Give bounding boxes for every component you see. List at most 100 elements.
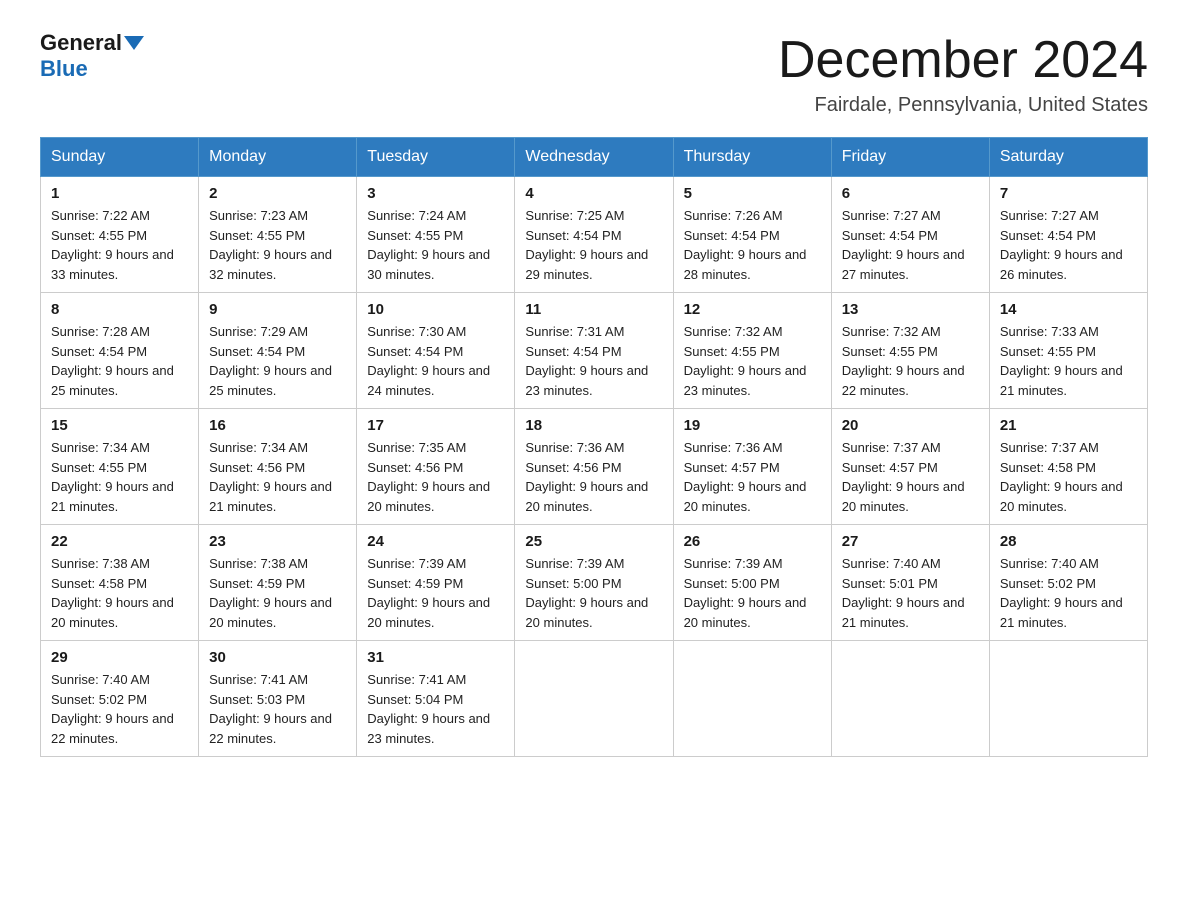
calendar-cell: 30 Sunrise: 7:41 AM Sunset: 5:03 PM Dayl… (199, 641, 357, 757)
day-number: 17 (367, 417, 504, 434)
day-info: Sunrise: 7:32 AM Sunset: 4:55 PM Dayligh… (684, 322, 821, 400)
page-header: General Blue December 2024 Fairdale, Pen… (40, 30, 1148, 117)
calendar-table: Sunday Monday Tuesday Wednesday Thursday… (40, 137, 1148, 757)
day-info: Sunrise: 7:35 AM Sunset: 4:56 PM Dayligh… (367, 438, 504, 516)
calendar-cell: 8 Sunrise: 7:28 AM Sunset: 4:54 PM Dayli… (41, 293, 199, 409)
day-number: 28 (1000, 533, 1137, 550)
day-info: Sunrise: 7:26 AM Sunset: 4:54 PM Dayligh… (684, 206, 821, 284)
day-number: 23 (209, 533, 346, 550)
day-number: 12 (684, 301, 821, 318)
month-title: December 2024 (778, 30, 1148, 90)
day-info: Sunrise: 7:27 AM Sunset: 4:54 PM Dayligh… (842, 206, 979, 284)
calendar-cell: 10 Sunrise: 7:30 AM Sunset: 4:54 PM Dayl… (357, 293, 515, 409)
header-tuesday: Tuesday (357, 138, 515, 177)
day-info: Sunrise: 7:28 AM Sunset: 4:54 PM Dayligh… (51, 322, 188, 400)
day-info: Sunrise: 7:41 AM Sunset: 5:04 PM Dayligh… (367, 670, 504, 748)
day-number: 26 (684, 533, 821, 550)
day-info: Sunrise: 7:37 AM Sunset: 4:58 PM Dayligh… (1000, 438, 1137, 516)
day-number: 4 (525, 185, 662, 202)
day-info: Sunrise: 7:36 AM Sunset: 4:57 PM Dayligh… (684, 438, 821, 516)
calendar-cell (989, 641, 1147, 757)
week-row-1: 1 Sunrise: 7:22 AM Sunset: 4:55 PM Dayli… (41, 177, 1148, 293)
day-number: 13 (842, 301, 979, 318)
day-number: 3 (367, 185, 504, 202)
day-info: Sunrise: 7:39 AM Sunset: 4:59 PM Dayligh… (367, 554, 504, 632)
day-number: 15 (51, 417, 188, 434)
day-number: 2 (209, 185, 346, 202)
calendar-cell: 17 Sunrise: 7:35 AM Sunset: 4:56 PM Dayl… (357, 409, 515, 525)
day-number: 6 (842, 185, 979, 202)
day-number: 1 (51, 185, 188, 202)
day-info: Sunrise: 7:37 AM Sunset: 4:57 PM Dayligh… (842, 438, 979, 516)
calendar-cell (515, 641, 673, 757)
calendar-cell: 25 Sunrise: 7:39 AM Sunset: 5:00 PM Dayl… (515, 525, 673, 641)
calendar-cell: 15 Sunrise: 7:34 AM Sunset: 4:55 PM Dayl… (41, 409, 199, 525)
day-info: Sunrise: 7:27 AM Sunset: 4:54 PM Dayligh… (1000, 206, 1137, 284)
day-info: Sunrise: 7:39 AM Sunset: 5:00 PM Dayligh… (684, 554, 821, 632)
day-number: 27 (842, 533, 979, 550)
day-info: Sunrise: 7:23 AM Sunset: 4:55 PM Dayligh… (209, 206, 346, 284)
calendar-cell: 6 Sunrise: 7:27 AM Sunset: 4:54 PM Dayli… (831, 177, 989, 293)
day-info: Sunrise: 7:40 AM Sunset: 5:02 PM Dayligh… (1000, 554, 1137, 632)
day-number: 21 (1000, 417, 1137, 434)
day-number: 8 (51, 301, 188, 318)
calendar-cell: 19 Sunrise: 7:36 AM Sunset: 4:57 PM Dayl… (673, 409, 831, 525)
header-sunday: Sunday (41, 138, 199, 177)
calendar-cell: 13 Sunrise: 7:32 AM Sunset: 4:55 PM Dayl… (831, 293, 989, 409)
calendar-cell: 26 Sunrise: 7:39 AM Sunset: 5:00 PM Dayl… (673, 525, 831, 641)
day-info: Sunrise: 7:25 AM Sunset: 4:54 PM Dayligh… (525, 206, 662, 284)
calendar-cell: 7 Sunrise: 7:27 AM Sunset: 4:54 PM Dayli… (989, 177, 1147, 293)
day-info: Sunrise: 7:34 AM Sunset: 4:56 PM Dayligh… (209, 438, 346, 516)
calendar-cell (831, 641, 989, 757)
day-number: 11 (525, 301, 662, 318)
week-row-5: 29 Sunrise: 7:40 AM Sunset: 5:02 PM Dayl… (41, 641, 1148, 757)
calendar-cell: 31 Sunrise: 7:41 AM Sunset: 5:04 PM Dayl… (357, 641, 515, 757)
calendar-cell: 21 Sunrise: 7:37 AM Sunset: 4:58 PM Dayl… (989, 409, 1147, 525)
day-info: Sunrise: 7:41 AM Sunset: 5:03 PM Dayligh… (209, 670, 346, 748)
calendar-cell (673, 641, 831, 757)
calendar-cell: 3 Sunrise: 7:24 AM Sunset: 4:55 PM Dayli… (357, 177, 515, 293)
logo-blue-text: Blue (40, 56, 88, 81)
calendar-cell: 11 Sunrise: 7:31 AM Sunset: 4:54 PM Dayl… (515, 293, 673, 409)
day-info: Sunrise: 7:34 AM Sunset: 4:55 PM Dayligh… (51, 438, 188, 516)
day-number: 31 (367, 649, 504, 666)
calendar-cell: 22 Sunrise: 7:38 AM Sunset: 4:58 PM Dayl… (41, 525, 199, 641)
calendar-cell: 2 Sunrise: 7:23 AM Sunset: 4:55 PM Dayli… (199, 177, 357, 293)
title-block: December 2024 Fairdale, Pennsylvania, Un… (778, 30, 1148, 117)
day-number: 14 (1000, 301, 1137, 318)
day-info: Sunrise: 7:38 AM Sunset: 4:59 PM Dayligh… (209, 554, 346, 632)
week-row-3: 15 Sunrise: 7:34 AM Sunset: 4:55 PM Dayl… (41, 409, 1148, 525)
calendar-cell: 27 Sunrise: 7:40 AM Sunset: 5:01 PM Dayl… (831, 525, 989, 641)
day-info: Sunrise: 7:31 AM Sunset: 4:54 PM Dayligh… (525, 322, 662, 400)
calendar-cell: 28 Sunrise: 7:40 AM Sunset: 5:02 PM Dayl… (989, 525, 1147, 641)
day-info: Sunrise: 7:22 AM Sunset: 4:55 PM Dayligh… (51, 206, 188, 284)
header-wednesday: Wednesday (515, 138, 673, 177)
day-number: 18 (525, 417, 662, 434)
header-thursday: Thursday (673, 138, 831, 177)
day-info: Sunrise: 7:30 AM Sunset: 4:54 PM Dayligh… (367, 322, 504, 400)
day-info: Sunrise: 7:24 AM Sunset: 4:55 PM Dayligh… (367, 206, 504, 284)
calendar-cell: 23 Sunrise: 7:38 AM Sunset: 4:59 PM Dayl… (199, 525, 357, 641)
day-info: Sunrise: 7:40 AM Sunset: 5:02 PM Dayligh… (51, 670, 188, 748)
day-number: 5 (684, 185, 821, 202)
day-info: Sunrise: 7:38 AM Sunset: 4:58 PM Dayligh… (51, 554, 188, 632)
day-number: 29 (51, 649, 188, 666)
location-title: Fairdale, Pennsylvania, United States (778, 94, 1148, 117)
day-number: 16 (209, 417, 346, 434)
header-monday: Monday (199, 138, 357, 177)
calendar-cell: 29 Sunrise: 7:40 AM Sunset: 5:02 PM Dayl… (41, 641, 199, 757)
logo-triangle-icon (124, 36, 144, 50)
calendar-cell: 24 Sunrise: 7:39 AM Sunset: 4:59 PM Dayl… (357, 525, 515, 641)
calendar-cell: 18 Sunrise: 7:36 AM Sunset: 4:56 PM Dayl… (515, 409, 673, 525)
day-info: Sunrise: 7:40 AM Sunset: 5:01 PM Dayligh… (842, 554, 979, 632)
day-info: Sunrise: 7:36 AM Sunset: 4:56 PM Dayligh… (525, 438, 662, 516)
day-info: Sunrise: 7:32 AM Sunset: 4:55 PM Dayligh… (842, 322, 979, 400)
logo: General Blue (40, 30, 144, 83)
calendar-cell: 9 Sunrise: 7:29 AM Sunset: 4:54 PM Dayli… (199, 293, 357, 409)
header-friday: Friday (831, 138, 989, 177)
day-number: 7 (1000, 185, 1137, 202)
day-headers-row: Sunday Monday Tuesday Wednesday Thursday… (41, 138, 1148, 177)
day-info: Sunrise: 7:29 AM Sunset: 4:54 PM Dayligh… (209, 322, 346, 400)
calendar-cell: 1 Sunrise: 7:22 AM Sunset: 4:55 PM Dayli… (41, 177, 199, 293)
calendar-cell: 12 Sunrise: 7:32 AM Sunset: 4:55 PM Dayl… (673, 293, 831, 409)
